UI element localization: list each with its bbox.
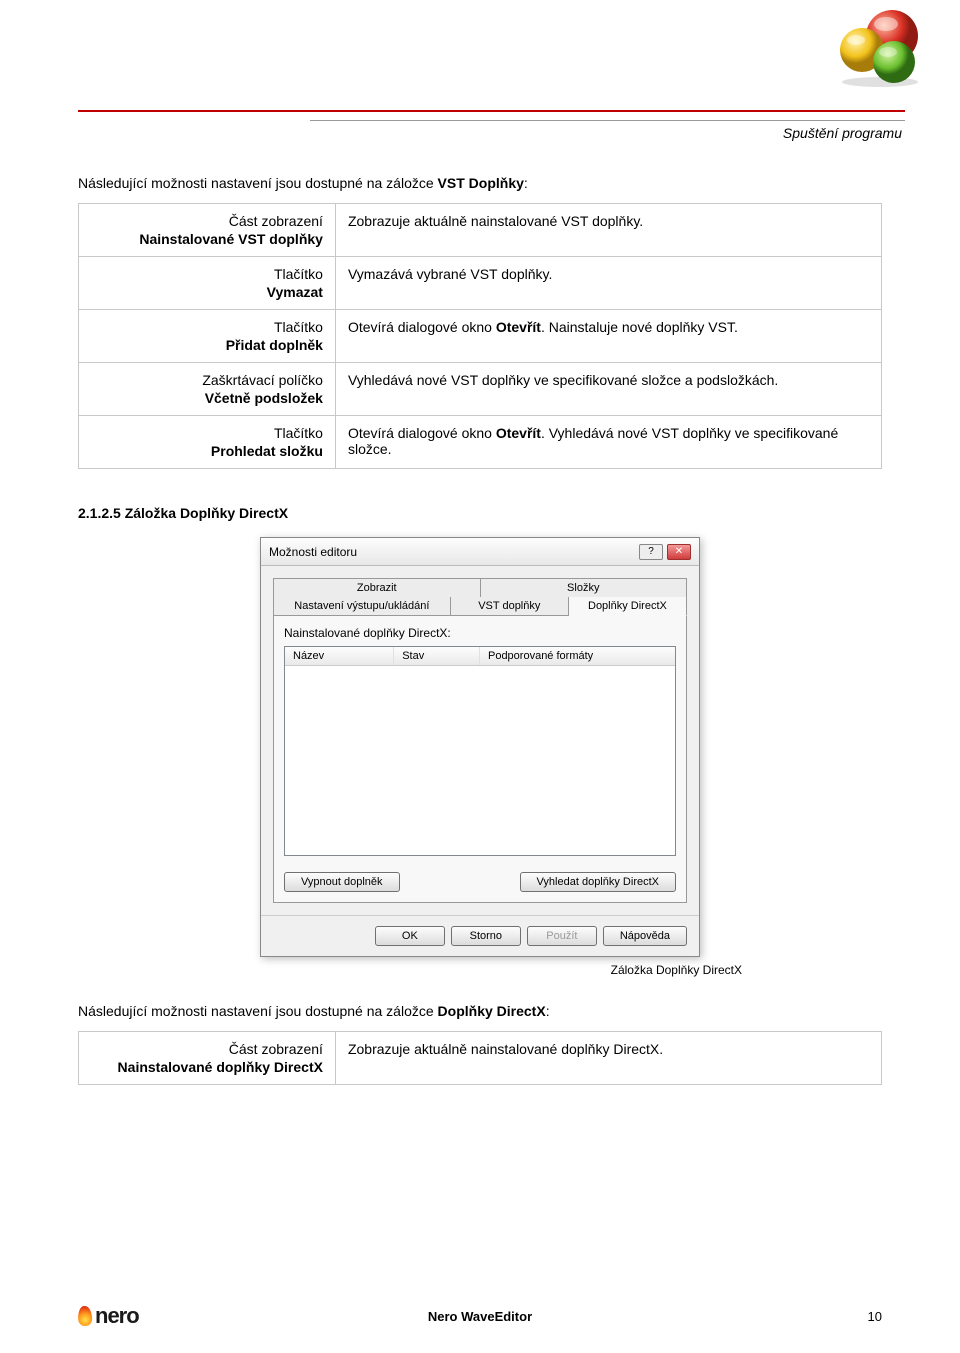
header-section-label: Spuštění programu (783, 125, 902, 141)
table-row: Část zobrazení Nainstalované doplňky Dir… (79, 1032, 882, 1085)
row-desc: Otevírá dialogové okno Otevřít. Nainstal… (335, 310, 881, 363)
row-type: Část zobrazení (91, 1041, 323, 1057)
header-orbs-graphic (830, 8, 930, 91)
tab-panel: Nainstalované doplňky DirectX: Název Sta… (273, 615, 687, 903)
row-desc: Vyhledává nové VST doplňky ve specifikov… (335, 363, 881, 416)
page-number: 10 (868, 1309, 882, 1324)
col-nazev[interactable]: Název (285, 647, 394, 665)
page-footer: nero Nero WaveEditor 10 (0, 1303, 960, 1329)
dialog-footer: OK Storno Použít Nápověda (261, 915, 699, 956)
tab-nastaveni-vystupu[interactable]: Nastavení výstupu/ukládání (273, 597, 451, 616)
find-directx-plugins-button[interactable]: Vyhledat doplňky DirectX (520, 872, 677, 892)
row-desc: Zobrazuje aktuálně nainstalované doplňky… (335, 1032, 881, 1085)
intro-text-2: Následující možnosti nastavení jsou dost… (78, 1003, 882, 1019)
row-name: Nainstalované doplňky DirectX (118, 1059, 323, 1075)
row-name: Přidat doplněk (226, 337, 323, 353)
row-type: Tlačítko (91, 319, 323, 335)
close-icon[interactable]: ✕ (667, 544, 691, 560)
options-table-vst: Část zobrazení Nainstalované VST doplňky… (78, 203, 882, 469)
header-rule-red (78, 110, 905, 112)
row-name: Vymazat (267, 284, 323, 300)
row-desc: Zobrazuje aktuálně nainstalované VST dop… (335, 204, 881, 257)
col-stav[interactable]: Stav (394, 647, 480, 665)
intro-text-1: Následující možnosti nastavení jsou dost… (78, 175, 882, 191)
tabs-row-1: Zobrazit Složky (273, 578, 687, 597)
nero-logo: nero (78, 1303, 139, 1329)
help-icon[interactable]: ? (639, 544, 663, 560)
page-header: Spuštění programu (0, 0, 960, 130)
tab-doplnky-directx[interactable]: Doplňky DirectX (569, 597, 687, 616)
figure-caption: Záložka Doplňky DirectX (78, 963, 882, 977)
row-type: Část zobrazení (91, 213, 323, 229)
header-rule-grey (310, 120, 905, 121)
footer-product-name: Nero WaveEditor (428, 1309, 532, 1324)
ok-button[interactable]: OK (375, 926, 445, 946)
list-headers: Název Stav Podporované formáty (285, 647, 675, 666)
row-name: Prohledat složku (211, 443, 323, 459)
editor-options-dialog: Možnosti editoru ? ✕ Zobrazit Složky Nas… (260, 537, 700, 957)
row-name: Nainstalované VST doplňky (139, 231, 323, 247)
row-type: Tlačítko (91, 266, 323, 282)
nero-logo-text: nero (95, 1303, 139, 1329)
row-desc: Vymazává vybrané VST doplňky. (335, 257, 881, 310)
cancel-button[interactable]: Storno (451, 926, 521, 946)
row-desc: Otevírá dialogové okno Otevřít. Vyhledáv… (335, 416, 881, 469)
tab-slozky[interactable]: Složky (481, 578, 688, 598)
row-type: Zaškrtávací políčko (91, 372, 323, 388)
col-formaty[interactable]: Podporované formáty (480, 647, 675, 665)
panel-label: Nainstalované doplňky DirectX: (284, 626, 676, 640)
tab-zobrazit[interactable]: Zobrazit (273, 578, 481, 598)
table-row: Zaškrtávací políčko Včetně podsložek Vyh… (79, 363, 882, 416)
dialog-titlebar[interactable]: Možnosti editoru ? ✕ (261, 538, 699, 566)
dialog-title: Možnosti editoru (269, 545, 635, 559)
flame-icon (77, 1306, 92, 1327)
directx-plugins-listbox[interactable]: Název Stav Podporované formáty (284, 646, 676, 856)
help-button[interactable]: Nápověda (603, 926, 687, 946)
row-type: Tlačítko (91, 425, 323, 441)
tab-vst-doplnky[interactable]: VST doplňky (451, 597, 569, 616)
table-row: Tlačítko Vymazat Vymazává vybrané VST do… (79, 257, 882, 310)
apply-button[interactable]: Použít (527, 926, 597, 946)
section-heading: 2.1.2.5 Záložka Doplňky DirectX (78, 505, 882, 521)
table-row: Tlačítko Prohledat složku Otevírá dialog… (79, 416, 882, 469)
options-table-directx: Část zobrazení Nainstalované doplňky Dir… (78, 1031, 882, 1085)
table-row: Část zobrazení Nainstalované VST doplňky… (79, 204, 882, 257)
table-row: Tlačítko Přidat doplněk Otevírá dialogov… (79, 310, 882, 363)
tabs-row-2: Nastavení výstupu/ukládání VST doplňky D… (273, 597, 687, 615)
row-name: Včetně podsložek (205, 390, 323, 406)
disable-plugin-button[interactable]: Vypnout doplněk (284, 872, 400, 892)
